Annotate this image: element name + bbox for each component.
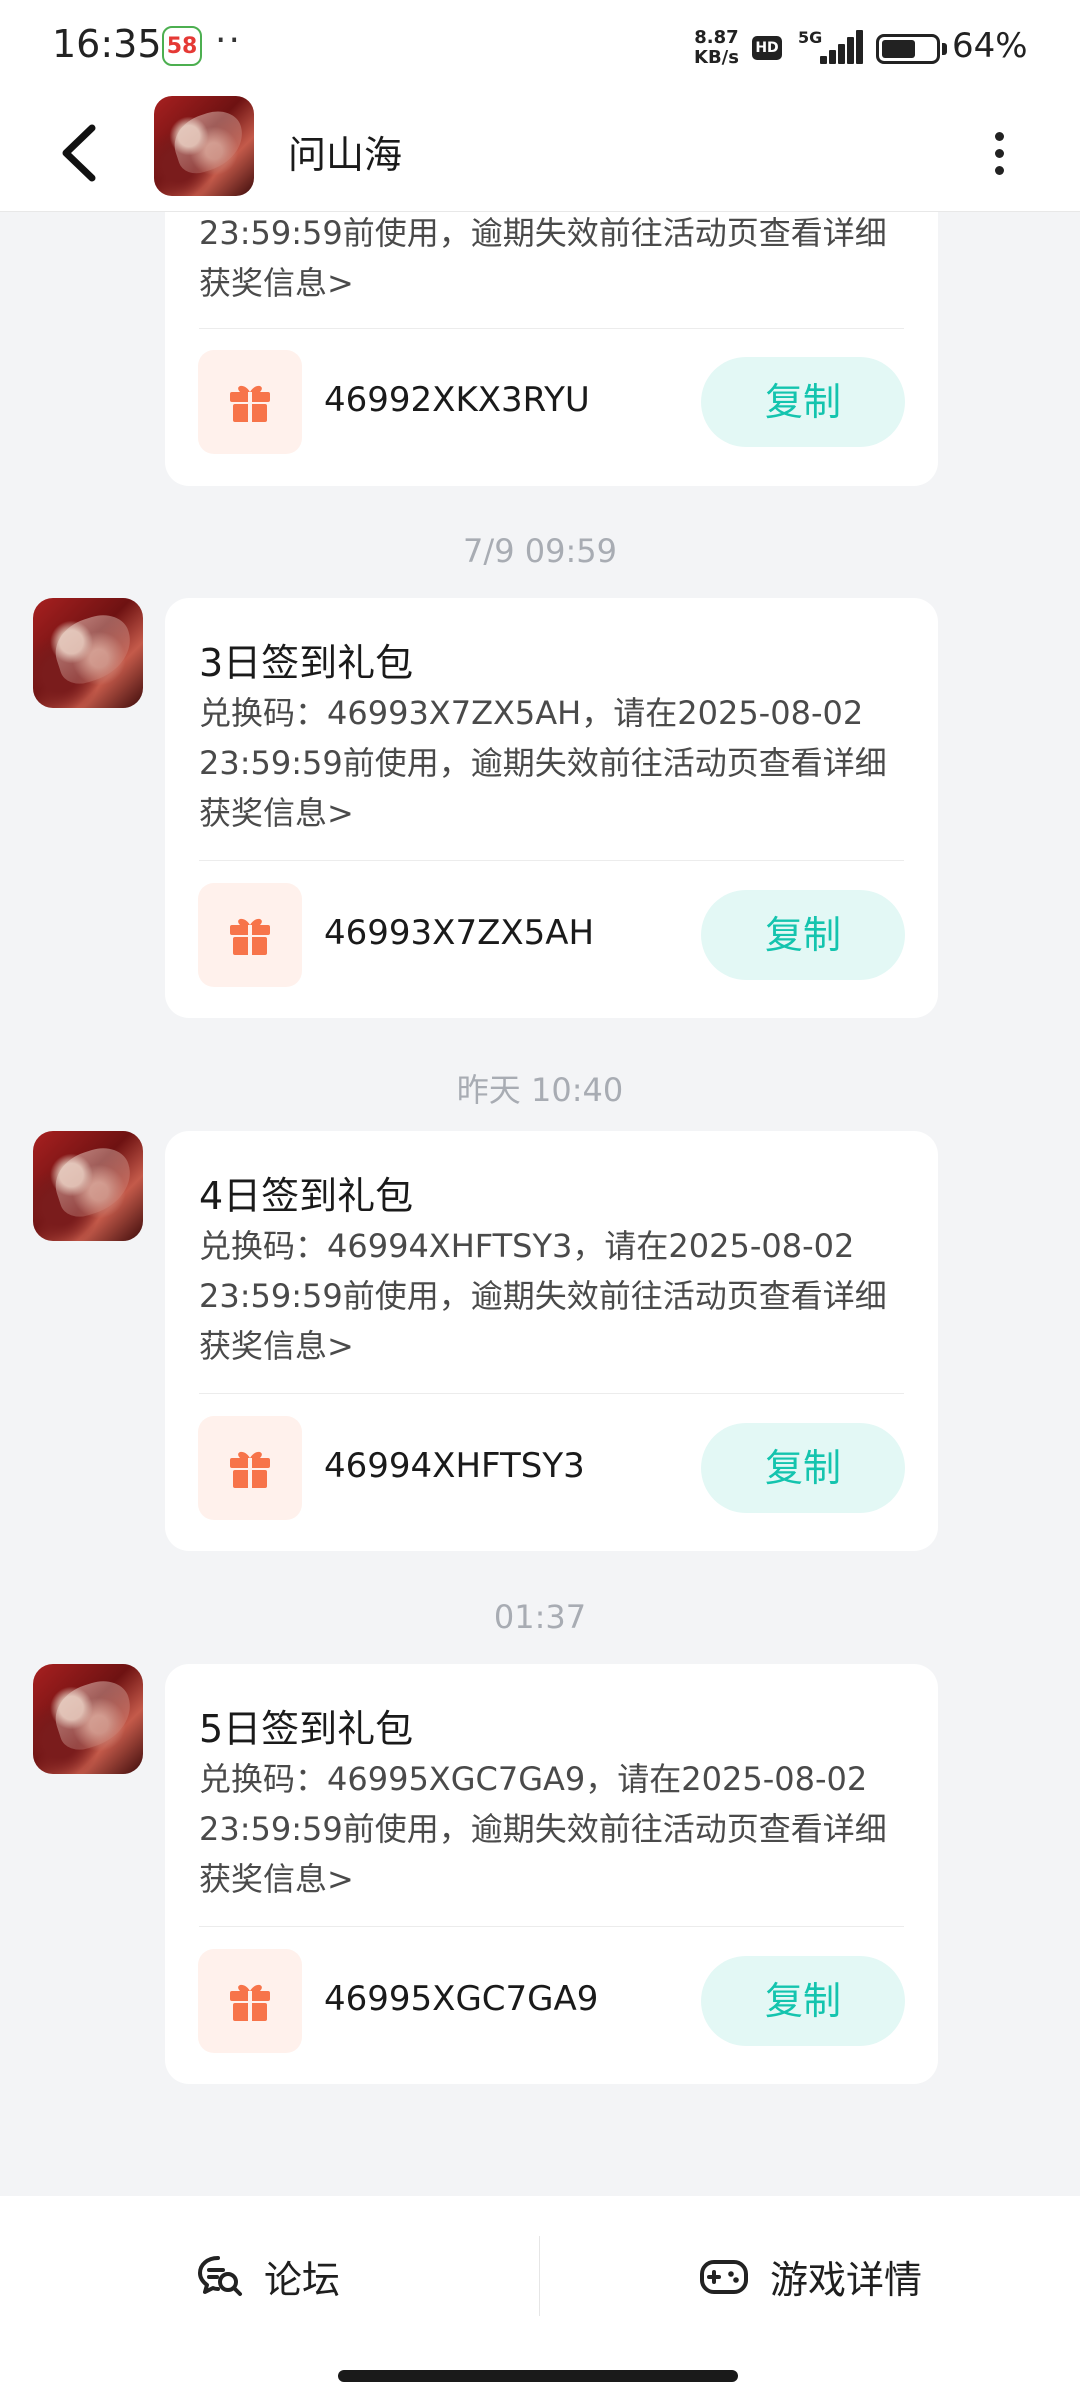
gift-icon-box <box>198 1949 302 2053</box>
message-body[interactable]: 兑换码：46994XHFTSY3，请在2025-08-02 23:59:59前使… <box>199 1221 909 1371</box>
game-details-label: 游戏详情 <box>770 2257 923 2302</box>
message-timestamp: 7/9 09:59 <box>463 532 617 570</box>
gift-code: 46992XKX3RYU <box>324 380 590 420</box>
page-title: 问山海 <box>288 133 403 177</box>
gift-code: 46995XGC7GA9 <box>324 1979 599 2019</box>
message-body[interactable]: 兑换码：46995XGC7GA9，请在2025-08-02 23:59:59前使… <box>199 1754 909 1904</box>
gift-icon <box>230 918 270 955</box>
back-button[interactable] <box>50 118 110 188</box>
battery-tip <box>942 43 947 55</box>
battery-percent: 64% <box>952 26 1028 66</box>
battery-fill <box>882 40 915 58</box>
message-body[interactable]: 23:59:59前使用，逾期失效前往活动页查看详细获奖信息> <box>199 208 909 308</box>
message-title: 4日签到礼包 <box>199 1174 414 1218</box>
network-speed-value: 8.87 <box>694 27 739 48</box>
message-card: 3日签到礼包 兑换码：46993X7ZX5AH，请在2025-08-02 23:… <box>165 598 938 1018</box>
message-card: 23:59:59前使用，逾期失效前往活动页查看详细获奖信息> 46992XKX3… <box>165 180 938 486</box>
message-body[interactable]: 兑换码：46993X7ZX5AH，请在2025-08-02 23:59:59前使… <box>199 688 909 838</box>
status-bar: 16:35 58 ·· 8.87 KB/s HD 5G 64% <box>0 0 1080 96</box>
hd-icon: HD <box>752 36 782 60</box>
network-speed: 8.87 KB/s <box>694 28 739 68</box>
signal-icon <box>816 30 863 64</box>
more-options-button[interactable] <box>976 120 1022 186</box>
sender-avatar[interactable] <box>33 1664 143 1774</box>
message-title: 5日签到礼包 <box>199 1707 414 1751</box>
copy-button[interactable]: 复制 <box>701 357 905 447</box>
chat-header: 问山海 <box>0 96 1080 212</box>
gift-icon-box <box>198 883 302 987</box>
network-speed-unit: KB/s <box>694 47 739 68</box>
gift-icon <box>230 385 270 422</box>
gift-icon <box>230 1984 270 2021</box>
forum-button[interactable]: 论坛 <box>196 2196 340 2356</box>
gift-code: 46994XHFTSY3 <box>324 1446 585 1486</box>
home-indicator[interactable] <box>338 2370 738 2382</box>
card-divider <box>199 1926 904 1927</box>
gift-icon-box <box>198 1416 302 1520</box>
message-timestamp: 昨天 10:40 <box>456 1071 624 1109</box>
game-avatar[interactable] <box>154 96 254 196</box>
message-card: 5日签到礼包 兑换码：46995XGC7GA9，请在2025-08-02 23:… <box>165 1664 938 2084</box>
gift-icon <box>230 1451 270 1488</box>
bottom-bar-divider <box>539 2236 540 2316</box>
copy-button[interactable]: 复制 <box>701 1423 905 1513</box>
message-card: 4日签到礼包 兑换码：46994XHFTSY3，请在2025-08-02 23:… <box>165 1131 938 1551</box>
copy-button[interactable]: 复制 <box>701 890 905 980</box>
card-divider <box>199 860 904 861</box>
message-title: 3日签到礼包 <box>199 641 414 685</box>
app-notification-icon: 58 <box>162 26 202 66</box>
chevron-left-icon <box>62 124 96 182</box>
gamepad-icon <box>700 2260 748 2294</box>
card-divider <box>199 1393 904 1394</box>
card-divider <box>199 328 904 329</box>
gift-code: 46993X7ZX5AH <box>324 913 595 953</box>
sender-avatar[interactable] <box>33 1131 143 1241</box>
game-details-button[interactable]: 游戏详情 <box>698 2196 922 2356</box>
copy-button[interactable]: 复制 <box>701 1956 905 2046</box>
sender-avatar[interactable] <box>33 598 143 708</box>
status-time: 16:35 <box>52 22 162 66</box>
forum-search-icon <box>198 2256 242 2296</box>
more-notifications-icon: ·· <box>215 20 242 61</box>
message-timestamp: 01:37 <box>493 1598 587 1636</box>
gift-icon-box <box>198 350 302 454</box>
battery-icon <box>876 34 940 64</box>
forum-label: 论坛 <box>264 2257 341 2302</box>
